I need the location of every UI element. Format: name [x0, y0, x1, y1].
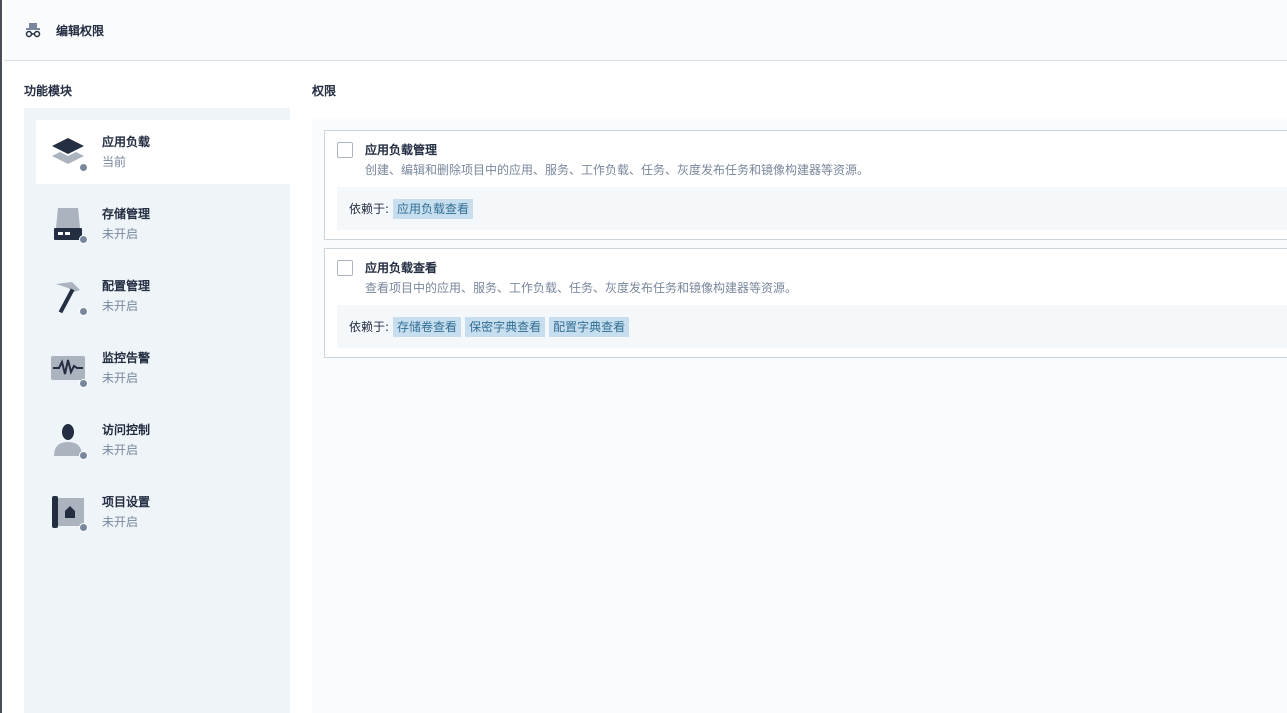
permission-checkbox[interactable]	[337, 142, 353, 158]
module-item-access-control[interactable]: 访问控制 未开启	[36, 408, 290, 472]
dependency-label: 依赖于:	[349, 320, 390, 334]
module-item-config[interactable]: 配置管理 未开启	[36, 264, 290, 328]
module-name: 项目设置	[102, 495, 151, 509]
module-status: 未开启	[102, 227, 139, 241]
module-status: 当前	[102, 155, 127, 169]
project-icon	[50, 494, 88, 532]
permission-name: 应用负载查看	[365, 261, 438, 275]
dependency-tag: 存储卷查看	[393, 316, 462, 337]
module-item-storage[interactable]: 存储管理 未开启	[36, 192, 290, 256]
module-name: 监控告警	[102, 351, 151, 365]
dependency-tag: 应用负载查看	[393, 198, 474, 219]
module-name: 访问控制	[102, 423, 151, 437]
permission-name: 应用负载管理	[365, 143, 438, 157]
permissions-title: 权限	[312, 84, 337, 98]
monitor-icon	[50, 350, 88, 388]
module-name: 应用负载	[102, 135, 151, 149]
dependency-row: 依赖于: 存储卷查看 保密字典查看 配置字典查看	[337, 305, 1287, 348]
modules-title: 功能模块	[24, 84, 73, 98]
module-item-monitoring[interactable]: 监控告警 未开启	[36, 336, 290, 400]
permission-card-workload-view: 应用负载查看 查看项目中的应用、服务、工作负载、任务、灰度发布任务和镜像构建器等…	[324, 248, 1287, 358]
permission-description: 创建、编辑和删除项目中的应用、服务、工作负载、任务、灰度发布任务和镜像构建器等资…	[365, 163, 870, 177]
permission-list: 应用负载管理 创建、编辑和删除项目中的应用、服务、工作负载、任务、灰度发布任务和…	[312, 118, 1287, 713]
incognito-icon	[24, 21, 42, 39]
permission-description: 查看项目中的应用、服务、工作负载、任务、灰度发布任务和镜像构建器等资源。	[365, 281, 798, 295]
module-name: 存储管理	[102, 207, 151, 221]
edit-permissions-dialog: 编辑权限 功能模块 权限 应用负载 当前 存储管理 未开启 配置管理 未开启 监…	[0, 0, 1287, 713]
dependency-label: 依赖于:	[349, 202, 390, 216]
dialog-title: 编辑权限	[56, 23, 105, 38]
dependency-row: 依赖于: 应用负载查看	[337, 187, 1287, 230]
storage-icon	[50, 206, 88, 244]
module-list: 应用负载 当前 存储管理 未开启 配置管理 未开启 监控告警 未开启 访问控制 …	[24, 108, 290, 713]
user-icon	[50, 422, 88, 460]
module-item-project-settings[interactable]: 项目设置 未开启	[36, 480, 290, 544]
module-name: 配置管理	[102, 279, 151, 293]
module-status: 未开启	[102, 515, 139, 529]
permission-card-workload-manage: 应用负载管理 创建、编辑和删除项目中的应用、服务、工作负载、任务、灰度发布任务和…	[324, 130, 1287, 240]
dependency-tag: 保密字典查看	[465, 316, 546, 337]
hammer-icon	[50, 278, 88, 316]
dialog-header: 编辑权限	[4, 0, 1287, 61]
layers-icon	[50, 134, 88, 172]
permission-checkbox[interactable]	[337, 260, 353, 276]
dependency-tag: 配置字典查看	[549, 316, 630, 337]
module-status: 未开启	[102, 371, 139, 385]
module-status: 未开启	[102, 299, 139, 313]
module-item-app-workloads[interactable]: 应用负载 当前	[36, 120, 290, 184]
module-status: 未开启	[102, 443, 139, 457]
